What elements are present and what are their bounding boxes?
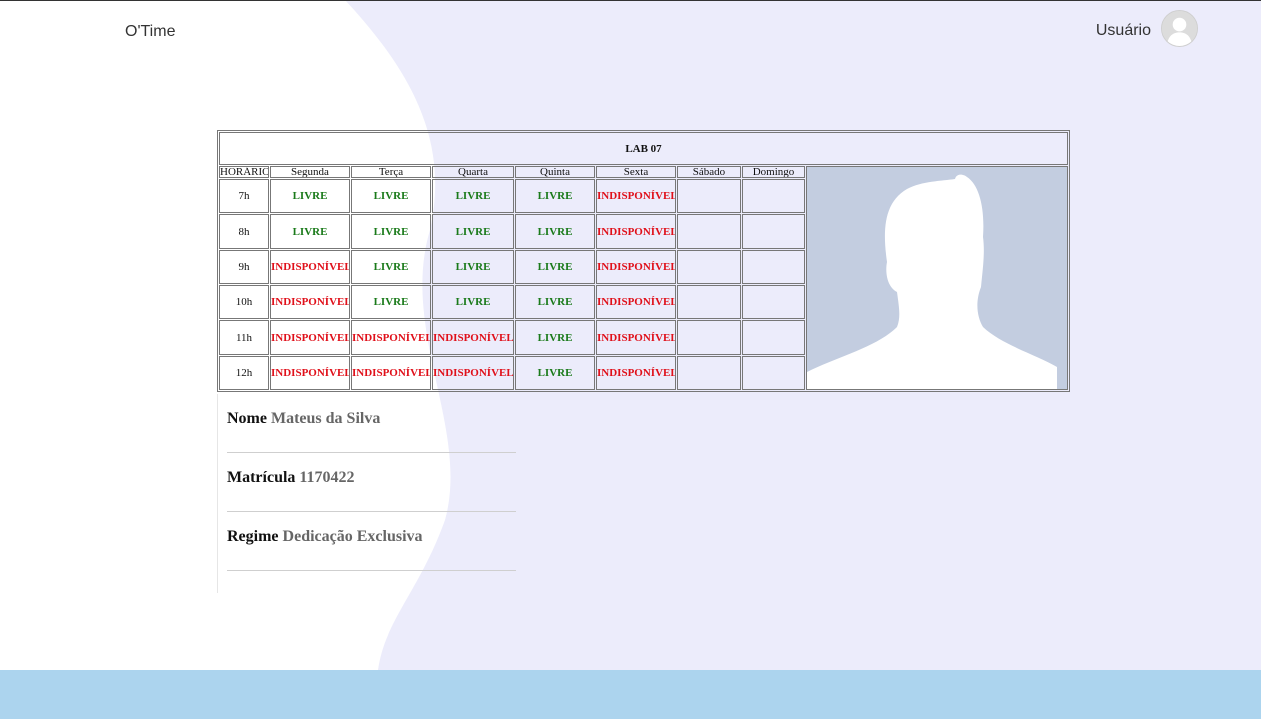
slot-cell[interactable]: LIVRE	[515, 355, 595, 390]
field-label: Nome	[227, 410, 267, 427]
slot-cell[interactable]	[677, 179, 741, 214]
slot-cell[interactable]	[677, 355, 741, 390]
user-name-label: Usuário	[1095, 21, 1151, 39]
slot-cell[interactable]	[742, 179, 805, 214]
hour-cell: 8h	[219, 214, 269, 249]
slot-cell[interactable]: INDISPONÍVEL	[432, 320, 514, 355]
slot-cell[interactable]: INDISPONÍVEL	[270, 249, 350, 285]
slot-cell[interactable]: LIVRE	[432, 249, 514, 285]
column-header-quinta: Quinta	[515, 166, 595, 179]
top-border	[0, 0, 1261, 1]
user-menu[interactable]: Usuário	[1096, 10, 1198, 47]
slot-cell[interactable]: LIVRE	[432, 214, 514, 249]
slot-cell[interactable]: LIVRE	[515, 214, 595, 249]
field-value: Dedicação Exclusiva	[282, 528, 423, 545]
field-label: Matrícula	[227, 469, 296, 486]
slot-cell[interactable]: LIVRE	[351, 214, 431, 249]
slot-cell[interactable]	[677, 214, 741, 249]
slot-cell[interactable]: INDISPONÍVEL	[596, 214, 676, 249]
schedule-title: LAB 07	[219, 132, 1068, 165]
profile-info: Nome Mateus da Silva Matrícula 1170422 R…	[217, 394, 525, 593]
slot-cell[interactable]: LIVRE	[432, 285, 514, 320]
slot-cell[interactable]: INDISPONÍVEL	[351, 320, 431, 355]
slot-cell[interactable]: LIVRE	[432, 179, 514, 214]
slot-cell[interactable]	[677, 249, 741, 285]
slot-cell[interactable]: LIVRE	[515, 320, 595, 355]
profile-field-regime: Regime Dedicação Exclusiva	[227, 512, 516, 571]
slot-cell[interactable]	[742, 285, 805, 320]
slot-cell[interactable]	[742, 320, 805, 355]
slot-cell[interactable]: INDISPONÍVEL	[270, 355, 350, 390]
schedule-header-row: HORÁRIO Segunda Terça Quarta Quinta Sext…	[219, 166, 1068, 390]
slot-cell[interactable]: LIVRE	[515, 249, 595, 285]
slot-cell[interactable]: LIVRE	[515, 285, 595, 320]
slot-cell[interactable]: LIVRE	[270, 179, 350, 214]
column-header-segunda: Segunda	[270, 166, 350, 179]
brand-logo[interactable]: O'Time	[125, 23, 175, 41]
field-value: Mateus da Silva	[270, 410, 381, 427]
slot-cell[interactable]: INDISPONÍVEL	[596, 355, 676, 390]
schedule-table: LAB 07 HORÁRIO Segunda Terça Quarta Quin…	[217, 130, 1070, 392]
slot-cell[interactable]	[742, 249, 805, 285]
slot-cell[interactable]	[742, 355, 805, 390]
field-label: Regime	[227, 528, 279, 545]
slot-cell[interactable]	[742, 214, 805, 249]
hour-cell: 10h	[219, 285, 269, 320]
hour-cell: 11h	[219, 320, 269, 355]
column-header-domingo: Domingo	[742, 166, 805, 179]
slot-cell[interactable]: LIVRE	[270, 214, 350, 249]
footer-bar	[0, 670, 1261, 719]
slot-cell[interactable]: INDISPONÍVEL	[351, 355, 431, 390]
column-header-quarta: Quarta	[432, 166, 514, 179]
column-header-horario: HORÁRIO	[219, 166, 269, 179]
slot-cell[interactable]: LIVRE	[351, 285, 431, 320]
slot-cell[interactable]: INDISPONÍVEL	[270, 320, 350, 355]
slot-cell[interactable]: INDISPONÍVEL	[596, 179, 676, 214]
slot-cell[interactable]: INDISPONÍVEL	[596, 320, 676, 355]
hour-cell: 7h	[219, 179, 269, 214]
slot-cell[interactable]: INDISPONÍVEL	[596, 285, 676, 320]
main-content: LAB 07 HORÁRIO Segunda Terça Quarta Quin…	[217, 130, 1070, 593]
slot-cell[interactable]: INDISPONÍVEL	[270, 285, 350, 320]
hour-cell: 12h	[219, 355, 269, 390]
user-silhouette-icon	[807, 167, 1057, 389]
column-header-sabado: Sábado	[677, 166, 741, 179]
slot-cell[interactable]: LIVRE	[351, 249, 431, 285]
slot-cell[interactable]: INDISPONÍVEL	[432, 355, 514, 390]
column-header-terca: Terça	[351, 166, 431, 179]
slot-cell[interactable]	[677, 320, 741, 355]
slot-cell[interactable]: LIVRE	[515, 179, 595, 214]
profile-field-nome: Nome Mateus da Silva	[227, 394, 516, 453]
field-value: 1170422	[299, 469, 355, 486]
slot-cell[interactable]: INDISPONÍVEL	[596, 249, 676, 285]
user-avatar-icon[interactable]	[1161, 10, 1198, 47]
hour-cell: 9h	[219, 249, 269, 285]
column-header-sexta: Sexta	[596, 166, 676, 179]
slot-cell[interactable]: LIVRE	[351, 179, 431, 214]
profile-photo	[806, 166, 1068, 390]
profile-field-matricula: Matrícula 1170422	[227, 453, 516, 512]
slot-cell[interactable]	[677, 285, 741, 320]
